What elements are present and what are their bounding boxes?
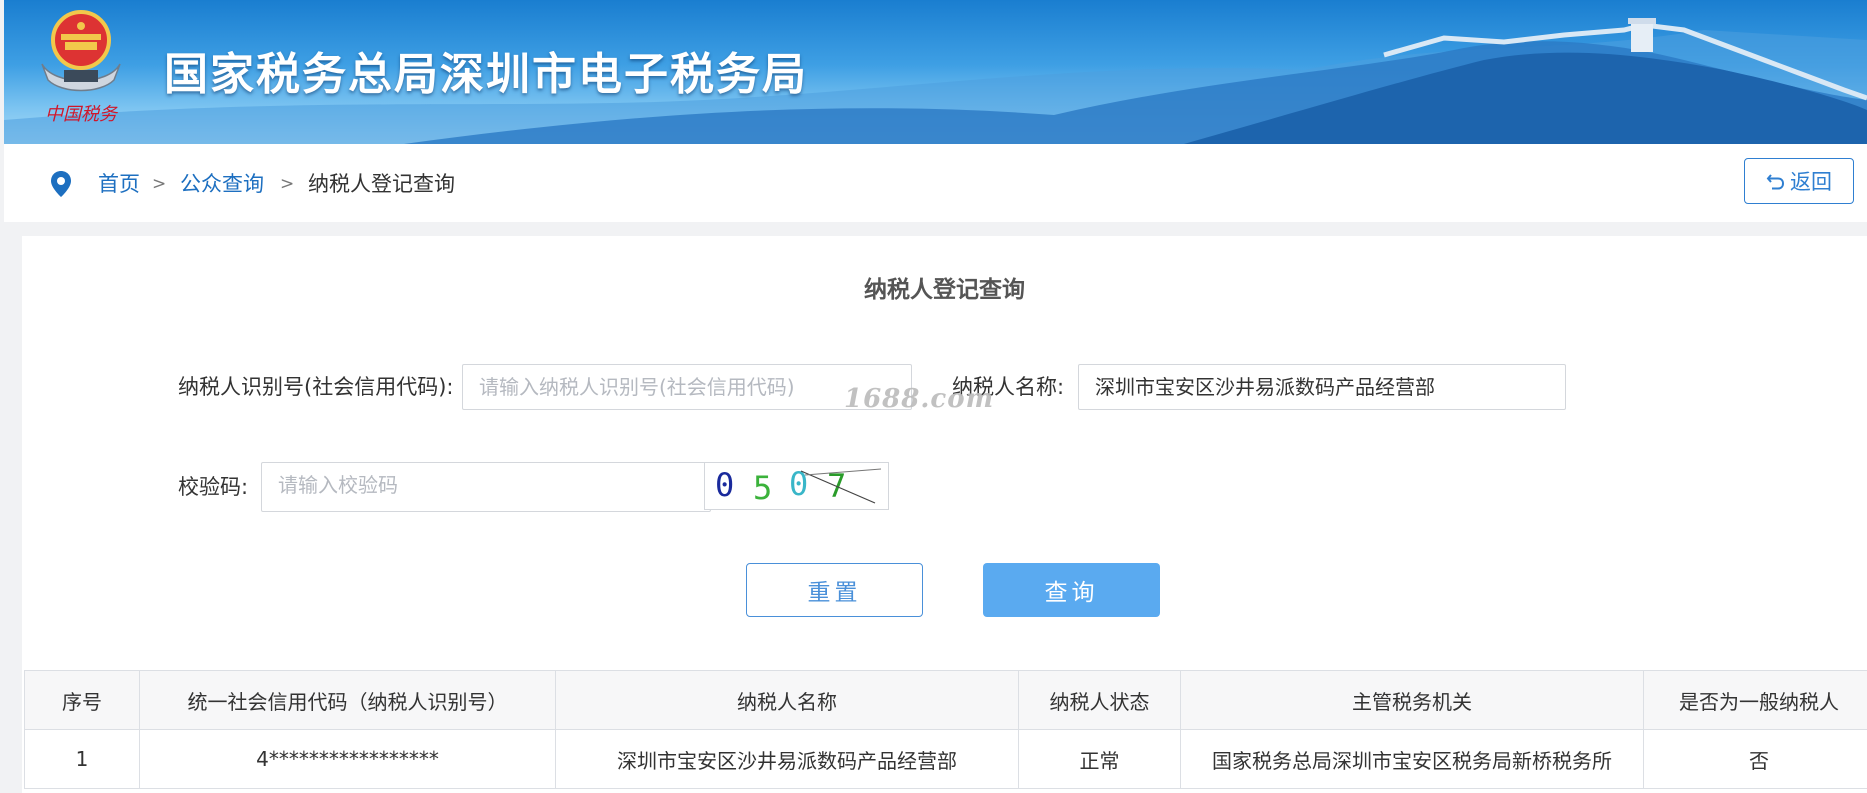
back-button[interactable]: 返回 — [1744, 158, 1854, 204]
svg-text:5: 5 — [753, 469, 772, 507]
back-button-label: 返回 — [1790, 170, 1832, 194]
header-index: 序号 — [24, 670, 140, 730]
cell-index: 1 — [24, 729, 140, 789]
cell-credit-code: 4***************** — [139, 729, 556, 789]
svg-text:0: 0 — [715, 466, 734, 504]
captcha-graphic: 0 5 0 7 — [715, 465, 882, 507]
cell-taxpayer-status: 正常 — [1018, 729, 1181, 789]
breadcrumb-separator: > — [152, 174, 167, 194]
breadcrumb-separator: > — [280, 174, 295, 194]
results-table: 序号 统一社会信用代码（纳税人识别号） 纳税人名称 纳税人状态 主管税务机关 是… — [24, 670, 1867, 789]
cell-taxpayer-name: 深圳市宝安区沙井易派数码产品经营部 — [555, 729, 1019, 789]
page-title: 纳税人登记查询 — [864, 277, 1025, 303]
location-pin-icon — [51, 171, 71, 197]
emblem-caption: 中国税务 — [45, 104, 119, 125]
header-general-taxpayer: 是否为一般纳税人 — [1643, 670, 1867, 730]
query-button[interactable]: 查询 — [983, 563, 1160, 617]
cell-general-taxpayer: 否 — [1643, 729, 1867, 789]
header-credit-code: 统一社会信用代码（纳税人识别号） — [139, 670, 556, 730]
watermark: 1688.com — [844, 384, 995, 414]
header-taxpayer-name: 纳税人名称 — [555, 670, 1019, 730]
svg-text:0: 0 — [789, 465, 808, 503]
cell-tax-authority: 国家税务总局深圳市宝安区税务局新桥税务所 — [1180, 729, 1644, 789]
captcha-image[interactable]: 0 5 0 7 — [704, 462, 889, 510]
reset-button[interactable]: 重置 — [746, 563, 923, 617]
breadcrumb-public-query-link[interactable]: 公众查询 — [180, 170, 264, 198]
table-row: 1 4***************** 深圳市宝安区沙井易派数码产品经营部 正… — [24, 729, 1867, 789]
breadcrumb-home-link[interactable]: 首页 — [98, 170, 140, 198]
site-title: 国家税务总局深圳市电子税务局 — [164, 49, 808, 100]
breadcrumb: 首页 > 公众查询 > 纳税人登记查询 — [4, 144, 1867, 222]
header-tax-authority: 主管税务机关 — [1180, 670, 1644, 730]
breadcrumb-current: 纳税人登记查询 — [308, 172, 455, 196]
taxpayer-id-label: 纳税人识别号(社会信用代码): — [178, 375, 454, 399]
site-banner: 中国税务 国家税务总局深圳市电子税务局 — [4, 0, 1867, 144]
table-header-row: 序号 统一社会信用代码（纳税人识别号） 纳税人名称 纳税人状态 主管税务机关 是… — [24, 670, 1867, 730]
header-taxpayer-status: 纳税人状态 — [1018, 670, 1181, 730]
captcha-input[interactable]: 请输入校验码 — [261, 462, 711, 512]
captcha-label: 校验码: — [178, 475, 249, 499]
taxpayer-name-input[interactable]: 深圳市宝安区沙井易派数码产品经营部 — [1078, 364, 1566, 410]
undo-arrow-icon — [1766, 174, 1785, 190]
tax-emblem-logo: 中国税务 — [41, 10, 121, 125]
